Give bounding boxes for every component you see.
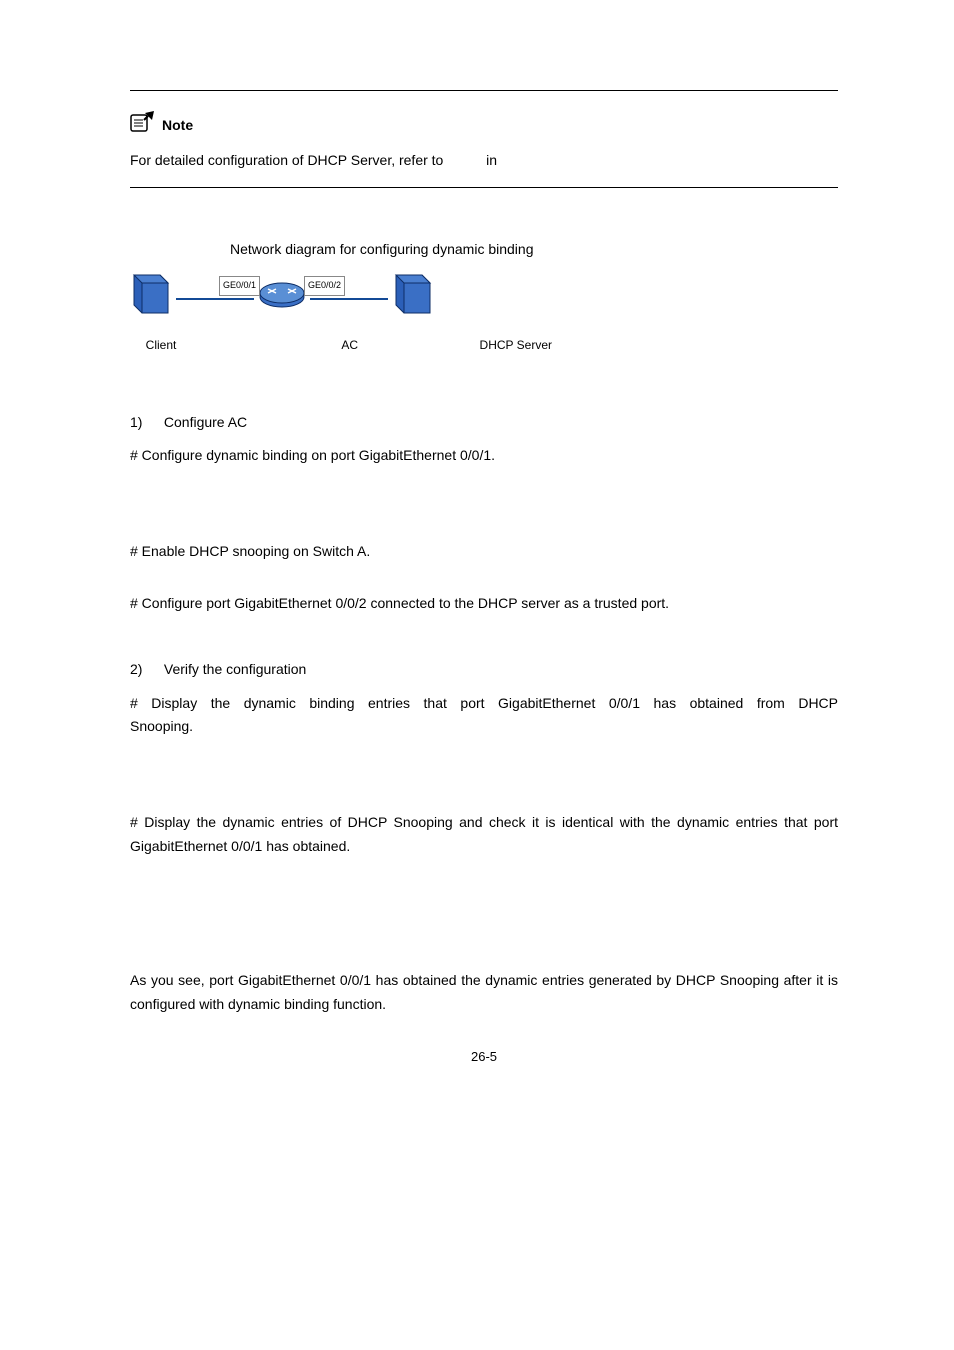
network-diagram: GE0/0/1 GE0/0/2 (130, 273, 838, 325)
port-label-1: GE0/0/1 (219, 276, 260, 295)
note-text: For detailed configuration of DHCP Serve… (130, 149, 838, 173)
note-text-b: in (486, 152, 497, 168)
link-2: GE0/0/2 (310, 298, 388, 300)
port-label-2: GE0/0/2 (304, 276, 345, 295)
top-rule (130, 90, 838, 91)
client-icon (130, 273, 172, 325)
ac-icon (258, 281, 306, 317)
diagram-labels: Client AC DHCP Server (130, 335, 838, 355)
step-5: # Display the dynamic entries of DHCP Sn… (130, 811, 838, 859)
step-1: 1) Configure AC (130, 411, 838, 435)
bottom-rule (130, 187, 838, 188)
step-2: # Enable DHCP snooping on Switch A. (130, 540, 838, 564)
step-3: # Configure port GigabitEthernet 0/0/2 c… (130, 592, 838, 616)
step-1-num: 1) (130, 411, 160, 435)
ac-label: AC (192, 335, 382, 355)
server-label: DHCP Server (382, 335, 562, 355)
note-header: Note (130, 111, 838, 141)
note-text-a: For detailed configuration of DHCP Serve… (130, 152, 443, 168)
step-4-text: Verify the configuration (164, 661, 306, 677)
figure-caption: Network diagram for configuring dynamic … (230, 238, 838, 262)
step-4-num: 2) (130, 658, 160, 682)
client-label: Client (130, 335, 192, 355)
note-label: Note (162, 114, 193, 138)
step-4-desc: # Display the dynamic binding entries th… (130, 692, 838, 740)
page-number: 26-5 (130, 1046, 838, 1068)
step-4: 2) Verify the configuration (130, 658, 838, 682)
step-1-text: Configure AC (164, 414, 247, 430)
note-icon (130, 111, 156, 141)
link-1: GE0/0/1 (176, 298, 254, 300)
step-6: As you see, port GigabitEthernet 0/0/1 h… (130, 969, 838, 1017)
server-icon (392, 273, 434, 325)
step-1-desc: # Configure dynamic binding on port Giga… (130, 444, 838, 468)
